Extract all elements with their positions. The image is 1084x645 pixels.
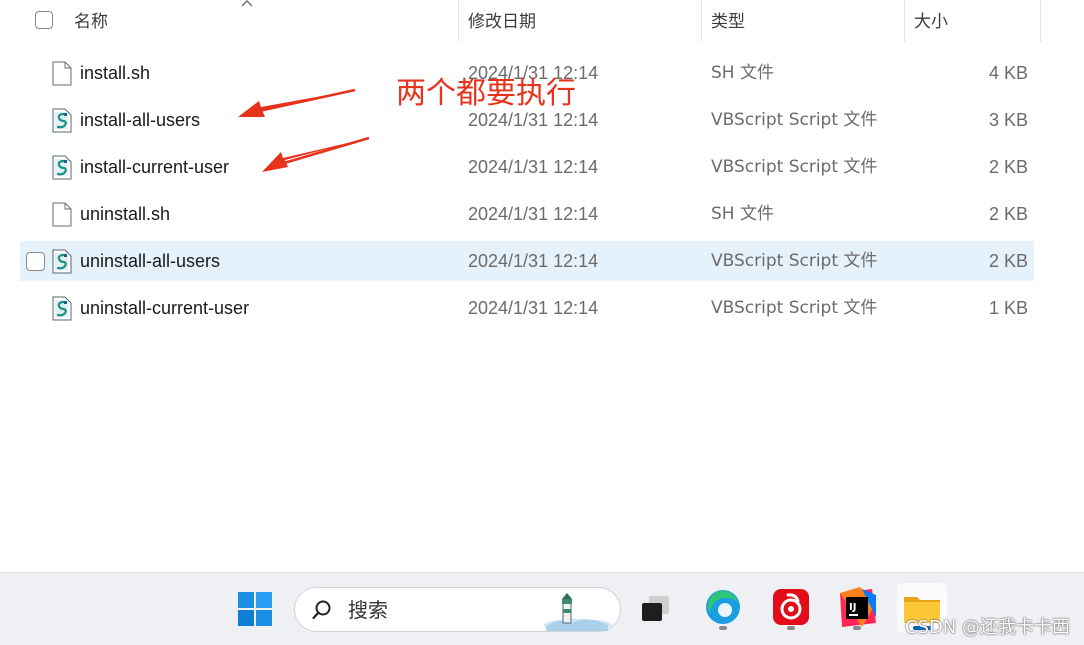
file-type: VBScript Script 文件 bbox=[711, 298, 878, 318]
file-size: 2 KB bbox=[988, 157, 1028, 177]
search-label: 搜索 bbox=[348, 598, 388, 622]
file-type: VBScript Script 文件 bbox=[711, 251, 878, 271]
running-indicator bbox=[719, 626, 727, 630]
file-modified-date: 2024/1/31 12:14 bbox=[468, 251, 599, 271]
file-modified-date: 2024/1/31 12:14 bbox=[468, 157, 599, 177]
annotation-text: 两个都要执行 bbox=[396, 76, 576, 111]
file-size: 3 KB bbox=[988, 110, 1028, 130]
file-name: uninstall-all-users bbox=[80, 251, 221, 271]
file-modified-date: 2024/1/31 12:14 bbox=[468, 298, 599, 318]
row-checkbox[interactable] bbox=[26, 252, 45, 271]
file-size: 2 KB bbox=[988, 251, 1028, 271]
svg-text:IJ: IJ bbox=[849, 602, 856, 613]
task-view-icon bbox=[642, 596, 669, 621]
file-size: 1 KB bbox=[988, 298, 1028, 318]
file-row[interactable]: install-current-user 2024/1/31 12:14 VBScr… bbox=[20, 147, 1034, 187]
taskbar-intellij[interactable]: IJ bbox=[832, 583, 882, 633]
file-type: VBScript Script 文件 bbox=[711, 110, 878, 130]
column-divider[interactable] bbox=[1040, 0, 1041, 42]
file-name: install.sh bbox=[80, 63, 151, 83]
running-indicator bbox=[787, 626, 795, 630]
file-name: install-all-users bbox=[80, 110, 201, 130]
column-header-size[interactable]: 大小 bbox=[914, 10, 948, 34]
file-name: install-current-user bbox=[80, 157, 230, 177]
file-type: VBScript Script 文件 bbox=[711, 157, 878, 177]
file-row[interactable]: uninstall-all-users 2024/1/31 12:14 VBScri… bbox=[20, 241, 1034, 281]
search-icon bbox=[312, 600, 331, 620]
vbscript-icon bbox=[52, 249, 72, 274]
column-divider[interactable] bbox=[701, 0, 702, 42]
file-row[interactable]: uninstall.sh 2024/1/31 12:14 SH 文件 2 KB bbox=[20, 194, 1034, 234]
taskbar-netease-music[interactable] bbox=[766, 583, 816, 633]
vbscript-icon bbox=[52, 296, 72, 321]
file-modified-date: 2024/1/31 12:14 bbox=[468, 204, 599, 224]
sort-ascending-icon bbox=[241, 0, 253, 7]
file-size: 4 KB bbox=[988, 63, 1028, 83]
column-divider[interactable] bbox=[904, 0, 905, 42]
column-header-name[interactable]: 名称 bbox=[74, 10, 108, 34]
vbscript-icon bbox=[52, 155, 72, 180]
file-type: SH 文件 bbox=[711, 204, 774, 224]
start-button[interactable] bbox=[230, 583, 280, 633]
taskbar-edge[interactable] bbox=[698, 583, 748, 633]
taskbar-task-view[interactable] bbox=[631, 583, 681, 633]
watermark: CSDN @还我卡卡西 bbox=[904, 617, 1070, 638]
select-all-checkbox[interactable] bbox=[35, 11, 53, 29]
taskbar-search[interactable]: 搜索 bbox=[294, 587, 621, 632]
file-name: uninstall-current-user bbox=[80, 298, 250, 318]
file-size: 2 KB bbox=[988, 204, 1028, 224]
lighthouse-search-highlight-icon bbox=[544, 593, 612, 631]
windows-start-icon bbox=[238, 592, 272, 626]
file-row[interactable]: uninstall-current-user 2024/1/31 12:14 VBS… bbox=[20, 288, 1034, 328]
vbscript-icon bbox=[52, 108, 72, 133]
taskbar: 搜索 IJ CSDN @还我卡卡西 bbox=[0, 572, 1084, 645]
file-type: SH 文件 bbox=[711, 63, 774, 83]
column-divider[interactable] bbox=[458, 0, 459, 42]
column-header-row: 名称 修改日期 类型 大小 bbox=[0, 0, 1084, 42]
document-icon bbox=[52, 202, 72, 227]
running-indicator bbox=[853, 626, 861, 630]
column-header-type[interactable]: 类型 bbox=[711, 10, 745, 34]
file-explorer-window: 名称 修改日期 类型 大小 install.sh 2024/1/31 12:14 S… bbox=[0, 0, 1084, 572]
file-name: uninstall.sh bbox=[80, 204, 171, 224]
document-icon bbox=[52, 61, 72, 86]
column-header-date[interactable]: 修改日期 bbox=[468, 10, 536, 34]
